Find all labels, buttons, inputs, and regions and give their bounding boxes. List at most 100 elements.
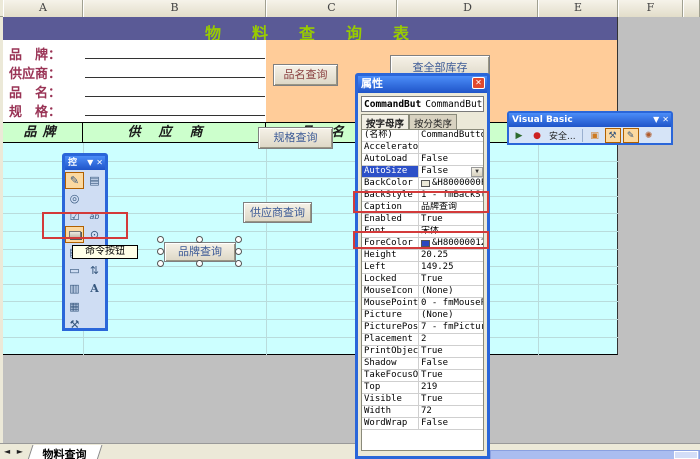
vb-toolbar-menu-chevron-icon[interactable]: ▼: [653, 114, 659, 126]
object-selector-dropdown[interactable]: CommandBut CommandButt ▼: [361, 96, 484, 112]
property-row-Visible[interactable]: VisibleTrue: [362, 394, 483, 406]
design-mode-icon[interactable]: ✎: [65, 172, 84, 189]
property-value[interactable]: CommandButto: [419, 130, 483, 141]
script-editor-icon[interactable]: ✺: [641, 128, 657, 143]
sheet-tab[interactable]: 物料查询: [28, 445, 103, 459]
image-icon[interactable]: ▦: [65, 298, 84, 315]
property-value[interactable]: &H8000000F&: [419, 178, 483, 189]
vbe-editor-icon[interactable]: ▣: [587, 128, 603, 143]
property-row-Left[interactable]: Left149.25: [362, 262, 483, 274]
property-row-Placement[interactable]: Placement2: [362, 334, 483, 346]
property-row-BackColor[interactable]: BackColor&H8000000F&: [362, 178, 483, 190]
property-row-WordWrap[interactable]: WordWrapFalse: [362, 418, 483, 430]
property-row-Locked[interactable]: LockedTrue: [362, 274, 483, 286]
property-value[interactable]: 149.25: [419, 262, 483, 273]
selection-handle[interactable]: [235, 236, 242, 243]
property-value[interactable]: False▼: [419, 166, 483, 177]
property-value[interactable]: 0 - fmMouseP: [419, 298, 483, 309]
property-value[interactable]: False: [419, 358, 483, 369]
vb-toolbar-titlebar[interactable]: Visual Basic ▼ ✕: [509, 113, 671, 127]
value-dropdown-icon[interactable]: ▼: [471, 167, 483, 177]
selection-handle[interactable]: [157, 248, 164, 255]
spin-button-icon[interactable]: ⇅: [85, 262, 104, 279]
more-controls-icon[interactable]: ⚒: [65, 316, 84, 333]
command-button-icon[interactable]: [65, 226, 84, 243]
property-value[interactable]: &H80000012&: [419, 238, 483, 249]
property-value[interactable]: 品牌查询: [419, 202, 483, 213]
property-row-Height[interactable]: Height20.25: [362, 250, 483, 262]
form-field-underline[interactable]: [85, 77, 265, 78]
tab-alphabetic[interactable]: 按字母序: [361, 114, 409, 129]
option-button-icon[interactable]: ⊙: [85, 226, 104, 243]
scrollbar-icon[interactable]: ▥: [65, 280, 84, 297]
property-row-BackStyle[interactable]: BackStyle1 - fmBackSt: [362, 190, 483, 202]
selection-handle[interactable]: [157, 236, 164, 243]
column-header-E[interactable]: E: [538, 0, 618, 17]
property-value[interactable]: [419, 142, 483, 153]
property-value[interactable]: 72: [419, 406, 483, 417]
property-row-AutoLoad[interactable]: AutoLoadFalse: [362, 154, 483, 166]
textbox-icon[interactable]: ab: [85, 208, 104, 225]
property-row-Top[interactable]: Top219: [362, 382, 483, 394]
property-row-Accelerator[interactable]: Accelerator: [362, 142, 483, 154]
column-header-F[interactable]: F: [618, 0, 683, 17]
security-button[interactable]: 安全...: [547, 128, 578, 143]
toolbox-menu-chevron-icon[interactable]: ▼: [87, 157, 93, 169]
property-row-MouseIcon[interactable]: MouseIcon(None): [362, 286, 483, 298]
property-value[interactable]: True: [419, 274, 483, 285]
selection-handle[interactable]: [235, 260, 242, 267]
pinming-query-button[interactable]: 品名查询: [273, 64, 338, 86]
toolbox-close-icon[interactable]: ✕: [96, 157, 103, 169]
property-value[interactable]: True: [419, 370, 483, 381]
property-row-Width[interactable]: Width72: [362, 406, 483, 418]
toggle-button-icon[interactable]: ▭: [65, 262, 84, 279]
property-row-Caption[interactable]: Caption品牌查询: [362, 202, 483, 214]
property-row-ForeColor[interactable]: ForeColor&H80000012&: [362, 238, 483, 250]
properties-close-icon[interactable]: ✕: [472, 77, 485, 89]
selection-handle[interactable]: [235, 248, 242, 255]
property-row-AutoSize[interactable]: AutoSizeFalse▼: [362, 166, 483, 178]
property-value[interactable]: True: [419, 394, 483, 405]
property-row-MousePointer[interactable]: MousePointer0 - fmMouseP: [362, 298, 483, 310]
column-header-D[interactable]: D: [397, 0, 538, 17]
selection-handle[interactable]: [196, 236, 203, 243]
tab-scroll-arrows[interactable]: ◄ ►: [4, 447, 25, 456]
property-value[interactable]: 宋体: [419, 226, 483, 237]
column-header-B[interactable]: B: [83, 0, 266, 17]
property-value[interactable]: (None): [419, 286, 483, 297]
property-row-Enabled[interactable]: EnabledTrue: [362, 214, 483, 226]
property-value[interactable]: 1 - fmBackSt: [419, 190, 483, 201]
property-value[interactable]: True: [419, 346, 483, 357]
record-macro-icon[interactable]: ●: [529, 128, 545, 143]
vb-toolbar-close-icon[interactable]: ✕: [662, 114, 669, 126]
property-value[interactable]: False: [419, 154, 483, 165]
control-toolbox-icon[interactable]: ⚒: [605, 128, 621, 143]
property-value[interactable]: False: [419, 418, 483, 429]
selection-handle[interactable]: [196, 260, 203, 267]
gongyingshang-query-button[interactable]: 供应商查询: [243, 202, 312, 223]
property-value[interactable]: 219: [419, 382, 483, 393]
tab-categorized[interactable]: 按分类序: [409, 114, 457, 129]
view-code-icon[interactable]: ◎: [65, 190, 84, 207]
checkbox-icon[interactable]: ☑: [65, 208, 84, 225]
guige-query-button[interactable]: 规格查询: [258, 127, 333, 149]
design-mode-icon[interactable]: ✎: [623, 128, 639, 143]
run-macro-icon[interactable]: ▶: [511, 128, 527, 143]
form-field-underline[interactable]: [85, 58, 265, 59]
selection-handle[interactable]: [157, 260, 164, 267]
column-header-C[interactable]: C: [266, 0, 397, 17]
property-row-PrintObject[interactable]: PrintObjectTrue: [362, 346, 483, 358]
property-row-Font[interactable]: Font宋体: [362, 226, 483, 238]
properties-titlebar[interactable]: 属性 ✕: [358, 76, 487, 93]
horizontal-scrollbar[interactable]: [490, 450, 700, 459]
property-row-PicturePositi[interactable]: PicturePositi7 - fmPictur: [362, 322, 483, 334]
form-field-underline[interactable]: [85, 96, 265, 97]
property-value[interactable]: 2: [419, 334, 483, 345]
property-row-[interactable]: (名称)CommandButto: [362, 130, 483, 142]
scrollbar-thumb[interactable]: [674, 451, 698, 459]
property-value[interactable]: True: [419, 214, 483, 225]
label-icon[interactable]: A: [85, 280, 104, 297]
column-header-A[interactable]: A: [3, 0, 83, 17]
property-row-Shadow[interactable]: ShadowFalse: [362, 358, 483, 370]
pinpai-query-button-selected[interactable]: 品牌查询: [164, 242, 236, 262]
